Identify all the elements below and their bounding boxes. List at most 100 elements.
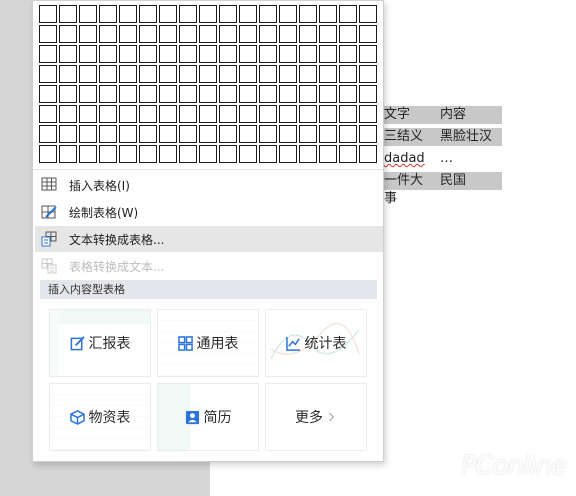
grid-cell[interactable] [119,105,137,123]
grid-cell[interactable] [39,45,57,63]
grid-cell[interactable] [279,105,297,123]
grid-cell[interactable] [279,45,297,63]
menu-item-draw-table[interactable]: 绘制表格(W) [35,199,383,225]
grid-cell[interactable] [159,85,177,103]
grid-cell[interactable] [99,45,117,63]
grid-cell[interactable] [299,5,317,23]
grid-cell[interactable] [259,5,277,23]
grid-cell[interactable] [199,45,217,63]
grid-cell[interactable] [219,5,237,23]
grid-cell[interactable] [39,25,57,43]
grid-cell[interactable] [239,25,257,43]
grid-cell[interactable] [79,85,97,103]
table-cell[interactable]: 一件大事 [380,172,436,206]
grid-cell[interactable] [179,25,197,43]
grid-cell[interactable] [279,145,297,163]
grid-cell[interactable] [179,65,197,83]
grid-cell[interactable] [299,145,317,163]
grid-cell[interactable] [99,85,117,103]
grid-cell[interactable] [59,125,77,143]
template-tile-statistics[interactable]: 统计表 [265,309,367,377]
grid-cell[interactable] [79,45,97,63]
grid-cell[interactable] [119,145,137,163]
template-tile-resume[interactable]: 简历 [157,383,259,451]
grid-cell[interactable] [79,105,97,123]
grid-cell[interactable] [219,105,237,123]
table-cell[interactable]: 内容 [436,106,502,124]
grid-cell[interactable] [179,125,197,143]
grid-cell[interactable] [79,125,97,143]
grid-cell[interactable] [299,25,317,43]
grid-cell[interactable] [239,45,257,63]
grid-cell[interactable] [339,125,357,143]
grid-cell[interactable] [219,145,237,163]
grid-cell[interactable] [359,105,377,123]
grid-cell[interactable] [359,125,377,143]
table-cell[interactable]: dadad [380,150,436,168]
grid-cell[interactable] [139,5,157,23]
grid-cell[interactable] [39,5,57,23]
table-cell[interactable]: … [436,150,502,168]
grid-cell[interactable] [359,85,377,103]
grid-cell[interactable] [339,25,357,43]
grid-cell[interactable] [199,65,217,83]
grid-cell[interactable] [319,85,337,103]
grid-cell[interactable] [339,5,357,23]
grid-cell[interactable] [59,145,77,163]
grid-cell[interactable] [39,85,57,103]
grid-cell[interactable] [139,45,157,63]
grid-cell[interactable] [119,45,137,63]
grid-cell[interactable] [339,105,357,123]
grid-cell[interactable] [39,125,57,143]
table-cell[interactable]: 文字 [380,106,436,124]
grid-cell[interactable] [259,145,277,163]
grid-cell[interactable] [199,5,217,23]
grid-cell[interactable] [319,145,337,163]
grid-cell[interactable] [159,5,177,23]
grid-cell[interactable] [259,45,277,63]
grid-cell[interactable] [59,5,77,23]
template-tile-report[interactable]: 汇报表 [49,309,151,377]
grid-cell[interactable] [99,65,117,83]
grid-cell[interactable] [79,25,97,43]
grid-cell[interactable] [119,85,137,103]
grid-cell[interactable] [339,145,357,163]
grid-cell[interactable] [219,25,237,43]
grid-cell[interactable] [139,65,157,83]
grid-cell[interactable] [139,145,157,163]
table-cell[interactable]: 三结义 [380,128,436,146]
grid-cell[interactable] [199,25,217,43]
grid-cell[interactable] [179,105,197,123]
grid-cell[interactable] [159,145,177,163]
grid-cell[interactable] [319,25,337,43]
grid-cell[interactable] [39,65,57,83]
document-table[interactable]: 文字 内容 三结义 黑脸壮汉 dadad … 一件大事 民国 [380,104,502,206]
grid-cell[interactable] [59,85,77,103]
grid-cell[interactable] [299,45,317,63]
grid-cell[interactable] [159,25,177,43]
menu-item-insert-table[interactable]: 插入表格(I) [35,172,383,198]
table-cell[interactable]: 黑脸壮汉 [436,128,502,146]
grid-cell[interactable] [319,125,337,143]
grid-cell[interactable] [219,65,237,83]
grid-cell[interactable] [299,85,317,103]
grid-cell[interactable] [139,105,157,123]
grid-cell[interactable] [359,65,377,83]
grid-cell[interactable] [259,65,277,83]
template-tile-general[interactable]: 通用表 [157,309,259,377]
grid-cell[interactable] [119,25,137,43]
template-tile-materials[interactable]: 物资表 [49,383,151,451]
menu-item-text-to-table[interactable]: 文本转换成表格... [35,226,383,252]
grid-cell[interactable] [159,125,177,143]
grid-cell[interactable] [219,85,237,103]
grid-cell[interactable] [179,85,197,103]
grid-cell[interactable] [239,125,257,143]
grid-cell[interactable] [259,25,277,43]
grid-cell[interactable] [279,65,297,83]
grid-cell[interactable] [139,25,157,43]
grid-cell[interactable] [99,5,117,23]
grid-cell[interactable] [59,65,77,83]
grid-cell[interactable] [159,105,177,123]
grid-cell[interactable] [339,65,357,83]
grid-cell[interactable] [199,85,217,103]
